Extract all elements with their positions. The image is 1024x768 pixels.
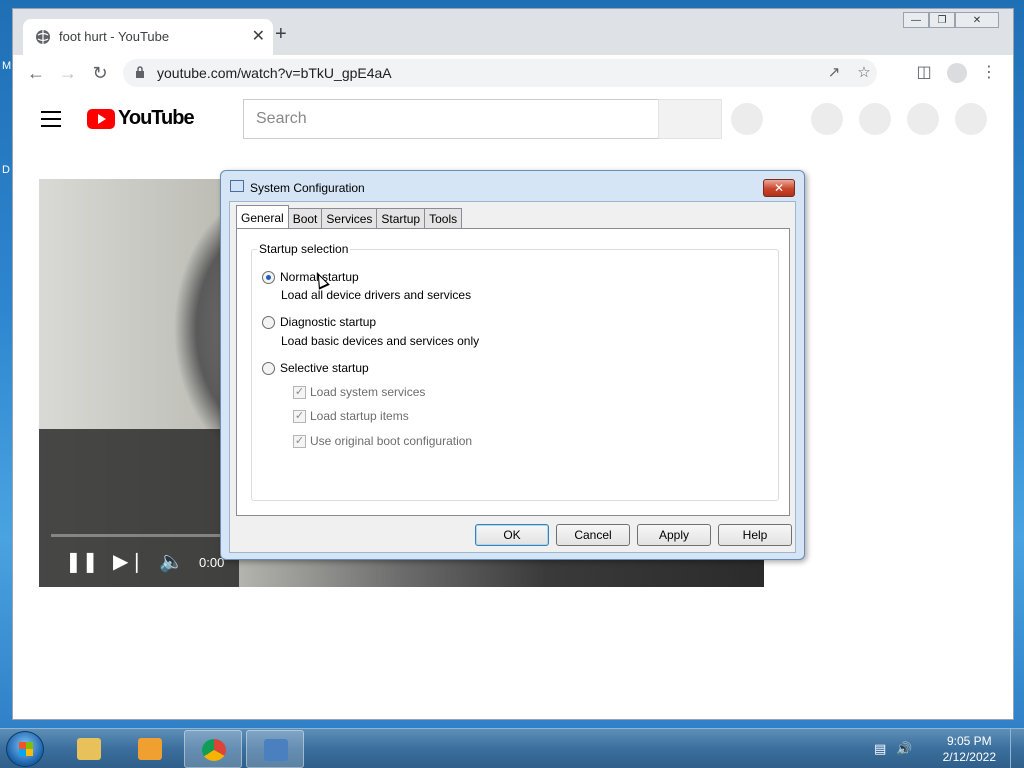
placeholder-icon [731, 103, 763, 135]
checkmark-icon[interactable]: ✓ [293, 434, 306, 448]
radio-button[interactable] [262, 361, 275, 375]
desktop-label: M [2, 60, 12, 72]
browser-tab[interactable]: foot hurt - YouTube ✕ [23, 19, 273, 55]
reload-icon[interactable]: ↻ [87, 60, 113, 86]
dialog-title: System Configuration [250, 181, 365, 195]
tab-tools[interactable]: Tools [424, 208, 463, 228]
desktop-label: D [2, 164, 10, 176]
placeholder-icon [955, 103, 987, 135]
tab-startup[interactable]: Startup [376, 208, 426, 228]
checkbox-label: Use original boot configuration [310, 434, 473, 448]
ok-button[interactable]: OK [475, 524, 549, 546]
folder-icon [77, 738, 101, 760]
profile-avatar[interactable] [947, 63, 967, 83]
placeholder-icon [811, 103, 843, 135]
search-input[interactable]: Search [243, 99, 659, 139]
globe-icon [36, 30, 50, 44]
system-configuration-dialog: System Configuration ✕ General Boot Serv… [220, 170, 805, 560]
dialog-body: General Boot Services Startup Tools Star… [229, 201, 796, 553]
menu-kebab-icon[interactable]: ⋮ [976, 60, 1002, 86]
apply-button[interactable]: Apply [637, 524, 711, 546]
load-system-services-checkbox[interactable]: ✓ Load system services [293, 385, 425, 399]
taskbar-media-player[interactable] [121, 730, 179, 768]
window-controls: — ❐ ✕ [903, 12, 999, 28]
diagnostic-startup-radio[interactable]: Diagnostic startup [262, 315, 376, 329]
dialog-titlebar[interactable]: System Configuration ✕ [221, 171, 804, 201]
option-label: Diagnostic startup [280, 315, 377, 329]
url-text[interactable]: youtube.com/watch?v=bTkU_gpE4aA [157, 65, 392, 81]
side-panel-icon[interactable]: ◫ [911, 60, 937, 86]
placeholder-icon [859, 103, 891, 135]
taskbar-chrome[interactable] [184, 730, 242, 768]
windows-logo-icon [19, 742, 33, 756]
network-icon[interactable]: ▤ [874, 741, 886, 757]
menu-icon[interactable] [41, 111, 61, 132]
tab-services[interactable]: Services [321, 208, 378, 228]
new-tab-button[interactable]: + [275, 23, 287, 46]
close-window-button[interactable]: ✕ [955, 12, 999, 28]
tab-general[interactable]: General [236, 205, 289, 228]
checkmark-icon[interactable]: ✓ [293, 385, 306, 399]
help-button[interactable]: Help [718, 524, 792, 546]
radio-button[interactable] [262, 270, 275, 284]
start-button[interactable] [6, 731, 44, 767]
close-tab-icon[interactable]: ✕ [252, 26, 265, 46]
load-startup-items-checkbox[interactable]: ✓ Load startup items [293, 409, 409, 423]
chrome-icon [202, 739, 226, 761]
forward-icon[interactable]: → [55, 60, 81, 86]
radio-button[interactable] [262, 315, 275, 329]
star-icon[interactable]: ☆ [853, 62, 875, 84]
media-player-icon [138, 738, 162, 760]
taskbar-explorer[interactable] [60, 730, 118, 768]
youtube-play-icon [87, 108, 115, 129]
tab-strip: foot hurt - YouTube ✕ + — ❐ ✕ [13, 9, 1013, 55]
normal-startup-radio[interactable]: Normal startup [262, 270, 359, 284]
minimize-button[interactable]: — [903, 12, 929, 28]
share-icon[interactable]: ↗ [823, 62, 845, 84]
address-bar[interactable]: youtube.com/watch?v=bTkU_gpE4aA ↗ ☆ [123, 59, 877, 87]
pause-icon[interactable]: ❚❚ [65, 549, 99, 574]
system-tray: ▤ 🔊 9:05 PM 2/12/2022 [874, 729, 1024, 768]
placeholder-icon [907, 103, 939, 135]
tab-title: foot hurt - YouTube [59, 29, 170, 44]
youtube-logo[interactable]: YouTube [87, 107, 195, 130]
back-icon[interactable]: ← [23, 60, 49, 86]
msconfig-icon [264, 739, 288, 761]
cancel-button[interactable]: Cancel [556, 524, 630, 546]
volume-icon[interactable]: 🔈 [159, 549, 184, 574]
checkmark-icon[interactable]: ✓ [293, 409, 306, 423]
clock[interactable]: 9:05 PM 2/12/2022 [943, 733, 996, 765]
tab-boot[interactable]: Boot [287, 208, 323, 228]
group-label: Startup selection [257, 242, 351, 256]
clock-time: 9:05 PM [946, 734, 992, 748]
checkbox-label: Load system services [310, 385, 426, 399]
dialog-close-button[interactable]: ✕ [763, 179, 795, 197]
volume-icon[interactable]: 🔊 [896, 741, 912, 757]
search-button[interactable] [658, 99, 722, 139]
browser-toolbar: ← → ↻ youtube.com/watch?v=bTkU_gpE4aA ↗ … [13, 55, 1013, 91]
checkbox-label: Load startup items [310, 409, 409, 423]
use-original-boot-config-checkbox[interactable]: ✓ Use original boot configuration [293, 434, 472, 448]
next-icon[interactable]: ▶❘ [113, 549, 145, 574]
show-desktop-button[interactable] [1010, 729, 1024, 768]
taskbar: ▤ 🔊 9:05 PM 2/12/2022 [0, 728, 1024, 768]
youtube-wordmark: YouTube [118, 107, 195, 129]
startup-selection-group [251, 249, 779, 501]
maximize-button[interactable]: ❐ [929, 12, 955, 28]
taskbar-msconfig[interactable] [246, 730, 304, 768]
msconfig-icon [230, 180, 244, 192]
option-description: Load all device drivers and services [281, 288, 472, 302]
option-description: Load basic devices and services only [281, 334, 480, 348]
dialog-tabs: General Boot Services Startup Tools [236, 205, 463, 228]
lock-icon [136, 66, 144, 78]
option-label: Selective startup [280, 361, 369, 375]
selective-startup-radio[interactable]: Selective startup [262, 361, 369, 375]
clock-date: 2/12/2022 [942, 750, 996, 764]
